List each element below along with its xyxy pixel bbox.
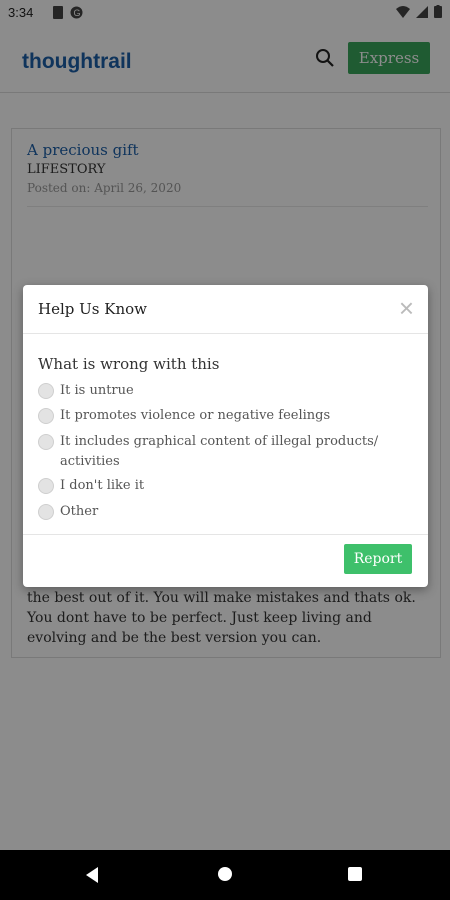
radio-button[interactable] (38, 383, 54, 399)
home-icon[interactable] (218, 867, 232, 881)
option-label: It is untrue (60, 383, 134, 398)
back-icon[interactable] (86, 867, 98, 883)
close-icon[interactable]: × (399, 295, 414, 321)
dialog-title: Help Us Know (38, 300, 147, 318)
report-button[interactable]: Report (344, 544, 412, 574)
option-other[interactable]: Other (38, 502, 390, 522)
option-label: It promotes violence or negative feeling… (60, 408, 331, 423)
system-nav-bar (0, 850, 450, 900)
radio-button[interactable] (38, 434, 54, 450)
radio-button[interactable] (38, 478, 54, 494)
option-violence[interactable]: It promotes violence or negative feeling… (38, 406, 390, 426)
radio-button[interactable] (38, 408, 54, 424)
option-untrue[interactable]: It is untrue (38, 381, 390, 401)
option-label: It includes graphical content of illegal… (60, 434, 379, 469)
dialog-header: Help Us Know × (23, 285, 428, 334)
option-label: Other (60, 504, 99, 519)
option-label: I don't like it (60, 478, 145, 493)
radio-button[interactable] (38, 504, 54, 520)
report-dialog: Help Us Know × What is wrong with this I… (23, 285, 428, 587)
recent-apps-icon[interactable] (348, 867, 362, 881)
dialog-question: What is wrong with this (38, 355, 220, 373)
option-dont-like[interactable]: I don't like it (38, 476, 390, 496)
option-illegal-content[interactable]: It includes graphical content of illegal… (38, 432, 390, 472)
dialog-footer-divider (23, 534, 428, 535)
